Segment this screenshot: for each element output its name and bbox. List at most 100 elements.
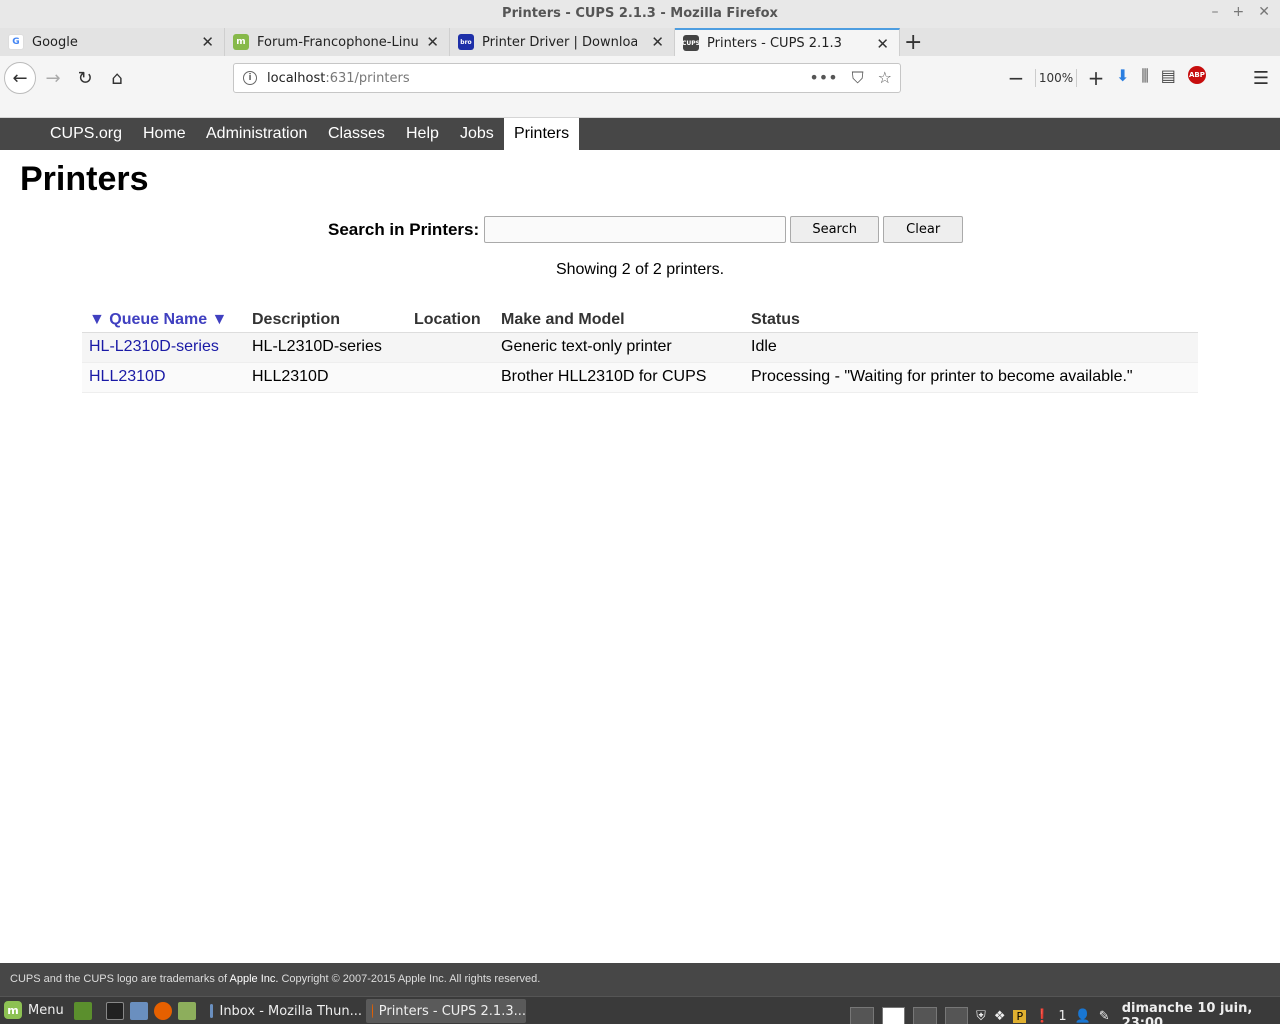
reload-icon[interactable]: ↻ [70, 63, 100, 93]
column-description[interactable]: Description [245, 308, 407, 333]
sidebar-icon[interactable]: ▤ [1161, 66, 1176, 86]
show-desktop-icon[interactable] [74, 1002, 92, 1020]
workspace-4[interactable] [944, 1007, 969, 1024]
clear-button[interactable]: Clear [883, 216, 964, 243]
tab-google[interactable]: G Google ✕ [0, 28, 225, 56]
cups-menu-cupsorg[interactable]: CUPS.org [40, 118, 132, 150]
hamburger-menu-icon[interactable]: ☰ [1246, 63, 1276, 93]
workspace-3[interactable] [913, 1007, 937, 1024]
window-title: Printers - CUPS 2.1.3 - Mozilla Firefox [502, 6, 778, 21]
close-tab-icon[interactable]: ✕ [876, 35, 889, 53]
description-cell: HL-L2310D-series [245, 332, 407, 363]
firefox-icon [372, 1004, 373, 1018]
google-icon: G [8, 34, 24, 50]
pocket-icon[interactable]: ⛉ [852, 68, 864, 88]
printer-link[interactable]: HL-L2310D-series [89, 338, 219, 355]
location-cell [407, 332, 494, 363]
status-cell: Processing - "Waiting for printer to bec… [744, 362, 1198, 393]
location-cell [407, 362, 494, 393]
brother-icon: bro [458, 34, 474, 50]
thunderbird-launcher-icon[interactable] [130, 1002, 148, 1020]
close-tab-icon[interactable]: ✕ [651, 33, 664, 51]
column-make-model[interactable]: Make and Model [494, 308, 744, 333]
clock[interactable]: dimanche 10 juin, 23:00 [1122, 1001, 1280, 1024]
menu-label: Menu [28, 1002, 64, 1018]
toolbar-icons: ⬇ ⫼ ▤ ABP [1116, 66, 1206, 86]
zoom-level[interactable]: 100% [1035, 69, 1077, 87]
zoom-controls: − 100% + [1005, 66, 1107, 90]
cups-menu-classes[interactable]: Classes [318, 118, 395, 150]
zoom-out-icon[interactable]: − [1005, 66, 1027, 90]
notification-icon[interactable]: ❗ [1034, 1009, 1050, 1024]
linuxmint-logo-icon: m [4, 1001, 22, 1019]
taskbar-window-thunderbird[interactable]: Inbox - Mozilla Thun... [204, 999, 362, 1023]
tab-brother-downloads[interactable]: bro Printer Driver | Downloads | Brother… [450, 28, 675, 56]
library-icon[interactable]: ⫼ [1141, 66, 1148, 86]
table-row: HLL2310D HLL2310D Brother HLL2310D for C… [82, 362, 1198, 393]
start-menu-button[interactable]: m Menu [4, 1001, 64, 1019]
footer-apple-link[interactable]: Apple Inc. [230, 973, 279, 985]
tab-linuxmint-forum[interactable]: m Forum-Francophone-LinuxMint ✕ [225, 28, 450, 56]
home-icon[interactable]: ⌂ [102, 63, 132, 93]
download-icon[interactable]: ⬇ [1116, 66, 1129, 86]
make-model-cell: Brother HLL2310D for CUPS [494, 362, 744, 393]
taskbar-window-label: Inbox - Mozilla Thun... [219, 1003, 362, 1019]
back-icon[interactable]: ← [4, 62, 36, 94]
terminal-icon[interactable] [106, 1002, 124, 1020]
taskbar-window-firefox[interactable]: Printers - CUPS 2.1.3... [366, 999, 526, 1023]
cups-menu-help[interactable]: Help [396, 118, 449, 150]
url-bar[interactable]: i localhost:631/printers ••• ⛉ ☆ [233, 63, 901, 93]
status-cell: Idle [744, 332, 1198, 363]
cups-menu-jobs[interactable]: Jobs [450, 118, 504, 150]
maximize-icon[interactable]: + [1233, 4, 1245, 20]
adblock-icon[interactable]: ABP [1187, 66, 1206, 84]
column-location[interactable]: Location [407, 308, 494, 333]
column-status[interactable]: Status [744, 308, 1198, 333]
minimize-icon[interactable]: – [1212, 4, 1219, 20]
printers-table: ▼ Queue Name ▼ Description Location Make… [82, 308, 1198, 393]
column-queue-name[interactable]: ▼ Queue Name ▼ [82, 308, 245, 333]
linuxmint-icon: m [233, 34, 249, 50]
cups-icon: CUPS [682, 35, 700, 51]
nav-toolbar: ← → ↻ ⌂ i localhost:631/printers ••• ⛉ ☆… [0, 56, 1280, 118]
close-tab-icon[interactable]: ✕ [426, 33, 439, 51]
clipboard-icon[interactable]: P [1013, 1009, 1027, 1023]
user-icon[interactable]: 👤 [1075, 1009, 1091, 1024]
files-launcher-icon[interactable] [178, 1002, 196, 1020]
network-icon[interactable]: ✎ [1099, 1009, 1110, 1024]
window-titlebar: Printers - CUPS 2.1.3 - Mozilla Firefox … [0, 0, 1280, 28]
thunderbird-icon [210, 1004, 214, 1018]
workspace-1[interactable] [850, 1007, 874, 1024]
description-cell: HLL2310D [245, 362, 407, 393]
site-info-icon[interactable]: i [243, 71, 257, 85]
forward-icon[interactable]: → [38, 63, 68, 93]
firefox-launcher-icon[interactable] [154, 1002, 172, 1020]
close-window-icon[interactable]: ✕ [1258, 4, 1270, 20]
search-input[interactable] [484, 216, 787, 243]
page-footer: CUPS and the CUPS logo are trademarks of… [0, 963, 1280, 996]
printer-search-form: Search in Printers: Search Clear [328, 216, 964, 243]
make-model-cell: Generic text-only printer [494, 332, 744, 363]
dropbox-icon[interactable]: ❖ [994, 1009, 1006, 1024]
cups-menu-printers[interactable]: Printers [504, 118, 580, 150]
cups-menu-home[interactable]: Home [133, 118, 196, 150]
desktop-taskbar: m Menu Inbox - Mozilla Thun... Printers … [0, 996, 1280, 1024]
tab-cups-printers[interactable]: CUPS Printers - CUPS 2.1.3 ✕ [675, 28, 900, 56]
tab-label: Forum-Francophone-LinuxMint [257, 34, 419, 50]
search-label: Search in Printers: [328, 219, 480, 239]
footer-text-post: Copyright © 2007-2015 Apple Inc. All rig… [278, 973, 541, 985]
shield-icon[interactable]: ⛨ [976, 1009, 986, 1024]
zoom-in-icon[interactable]: + [1085, 66, 1107, 90]
bookmark-star-icon[interactable]: ☆ [878, 68, 892, 88]
tab-label: Printer Driver | Downloads | Brother [482, 34, 637, 50]
close-tab-icon[interactable]: ✕ [201, 33, 214, 51]
url-path: :631/printers [325, 70, 410, 86]
tab-label: Google [32, 34, 78, 50]
search-button[interactable]: Search [790, 216, 880, 243]
cups-menu-bar: CUPS.org Home Administration Classes Hel… [0, 118, 1280, 150]
new-tab-icon[interactable]: + [904, 30, 922, 55]
printer-link[interactable]: HLL2310D [89, 368, 166, 385]
page-actions-icon[interactable]: ••• [809, 68, 837, 88]
workspace-2[interactable] [881, 1007, 906, 1024]
cups-menu-administration[interactable]: Administration [196, 118, 317, 150]
